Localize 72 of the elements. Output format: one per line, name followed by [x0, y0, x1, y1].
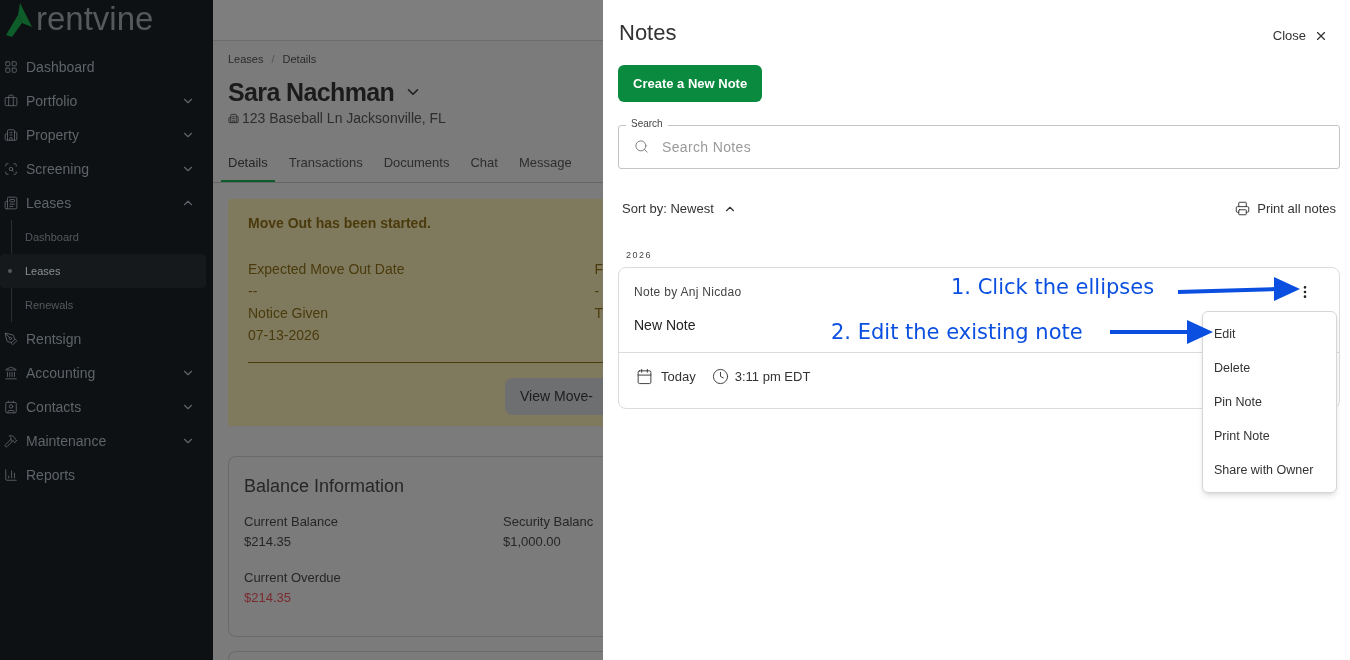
sidebar-item[interactable]: Portfolio [0, 84, 213, 118]
note-author: Note by Anj Nicdao [634, 284, 742, 301]
sidebar-item[interactable]: Screening [0, 152, 213, 186]
annotation-text: 2. Edit the existing note [831, 319, 1083, 346]
bank-icon [4, 366, 18, 380]
field-label: Security Balanc [503, 513, 595, 531]
annotation-text: 1. Click the ellipses [951, 274, 1155, 301]
field-label: Expected Move Out Date [248, 260, 406, 279]
field-value: 07-13-2026 [248, 326, 321, 345]
year-heading: 2026 [625, 248, 654, 262]
list-search-icon [4, 162, 18, 176]
clock-icon [711, 368, 729, 385]
sidebar-item[interactable]: Reports [0, 458, 213, 492]
view-move-out-button[interactable]: View Move- [505, 378, 603, 415]
amount-value: $1,000.00 [503, 533, 562, 551]
breadcrumb-separator: / [271, 52, 275, 67]
sidebar-item[interactable]: Leases [0, 186, 213, 220]
field-label: F [594, 260, 603, 279]
sidebar-item[interactable]: Rentsign [0, 322, 213, 356]
sidebar-item[interactable]: Contacts [0, 390, 213, 424]
tab[interactable]: Details [221, 152, 275, 182]
sidebar-item[interactable]: Maintenance [0, 424, 213, 458]
building-icon [4, 128, 18, 142]
leaf-logo-icon [6, 3, 32, 37]
tab[interactable]: Chat [463, 152, 505, 182]
tab[interactable]: Documents [376, 152, 457, 182]
bar-chart-icon [4, 468, 18, 482]
print-all-button[interactable]: Print all notes [1235, 199, 1336, 219]
note-body: New Note [634, 316, 696, 335]
field-label: Current Balance [244, 513, 339, 531]
sidebar-subitem[interactable]: Renewals [0, 288, 206, 322]
breadcrumb-link[interactable]: Leases [228, 51, 264, 68]
note-time: 3:11 pm EDT [734, 367, 811, 386]
field-label: T [594, 304, 603, 323]
grid-icon [4, 60, 18, 74]
close-button[interactable]: Close [1272, 25, 1328, 46]
briefcase-icon [4, 94, 18, 108]
building-icon [228, 112, 239, 124]
sidebar-subitem[interactable]: Leases [0, 254, 206, 288]
breadcrumb-link[interactable]: Details [282, 51, 317, 68]
menu-item[interactable]: Pin Note [1203, 385, 1336, 419]
card-title: Balance Information [244, 475, 406, 498]
menu-item[interactable]: Delete [1203, 351, 1336, 385]
calendar-icon [636, 368, 653, 385]
menu-item[interactable]: Print Note [1203, 419, 1336, 453]
create-note-button[interactable]: Create a New Note [618, 65, 763, 102]
note-date: Today [661, 367, 696, 386]
field-value: - [594, 282, 601, 301]
amount-value: $214.35 [244, 533, 292, 551]
pen-icon [4, 332, 18, 346]
sidebar-item[interactable]: Accounting [0, 356, 213, 390]
field-label: Notice Given [248, 304, 330, 323]
tab[interactable]: Message [511, 152, 579, 182]
sidebar-item[interactable]: Property [0, 118, 213, 152]
field-label: Current Overdue [244, 569, 342, 587]
alert-title: Move Out has been started. [248, 214, 432, 233]
hammer-icon [4, 434, 18, 448]
tab[interactable]: Transactions [281, 152, 370, 182]
drawer-title: Notes [619, 19, 677, 47]
field-value: -- [248, 282, 259, 301]
brand-name: rentvine [36, 1, 154, 35]
sort-dropdown[interactable]: Sort by: Newest [622, 199, 737, 219]
printer-icon [1235, 201, 1251, 217]
amount-value: $214.35 [244, 589, 292, 607]
property-address: 123 Baseball Ln Jacksonville, FL [242, 108, 446, 128]
sidebar-item[interactable]: Dashboard [0, 50, 213, 84]
menu-item[interactable]: Share with Owner [1203, 453, 1336, 487]
document-icon [4, 196, 18, 210]
sidebar-subitem[interactable]: Dashboard [0, 220, 206, 254]
tenant-name: Sara Nachman [228, 76, 395, 108]
search-icon [634, 139, 649, 154]
contact-card-icon [4, 400, 18, 414]
